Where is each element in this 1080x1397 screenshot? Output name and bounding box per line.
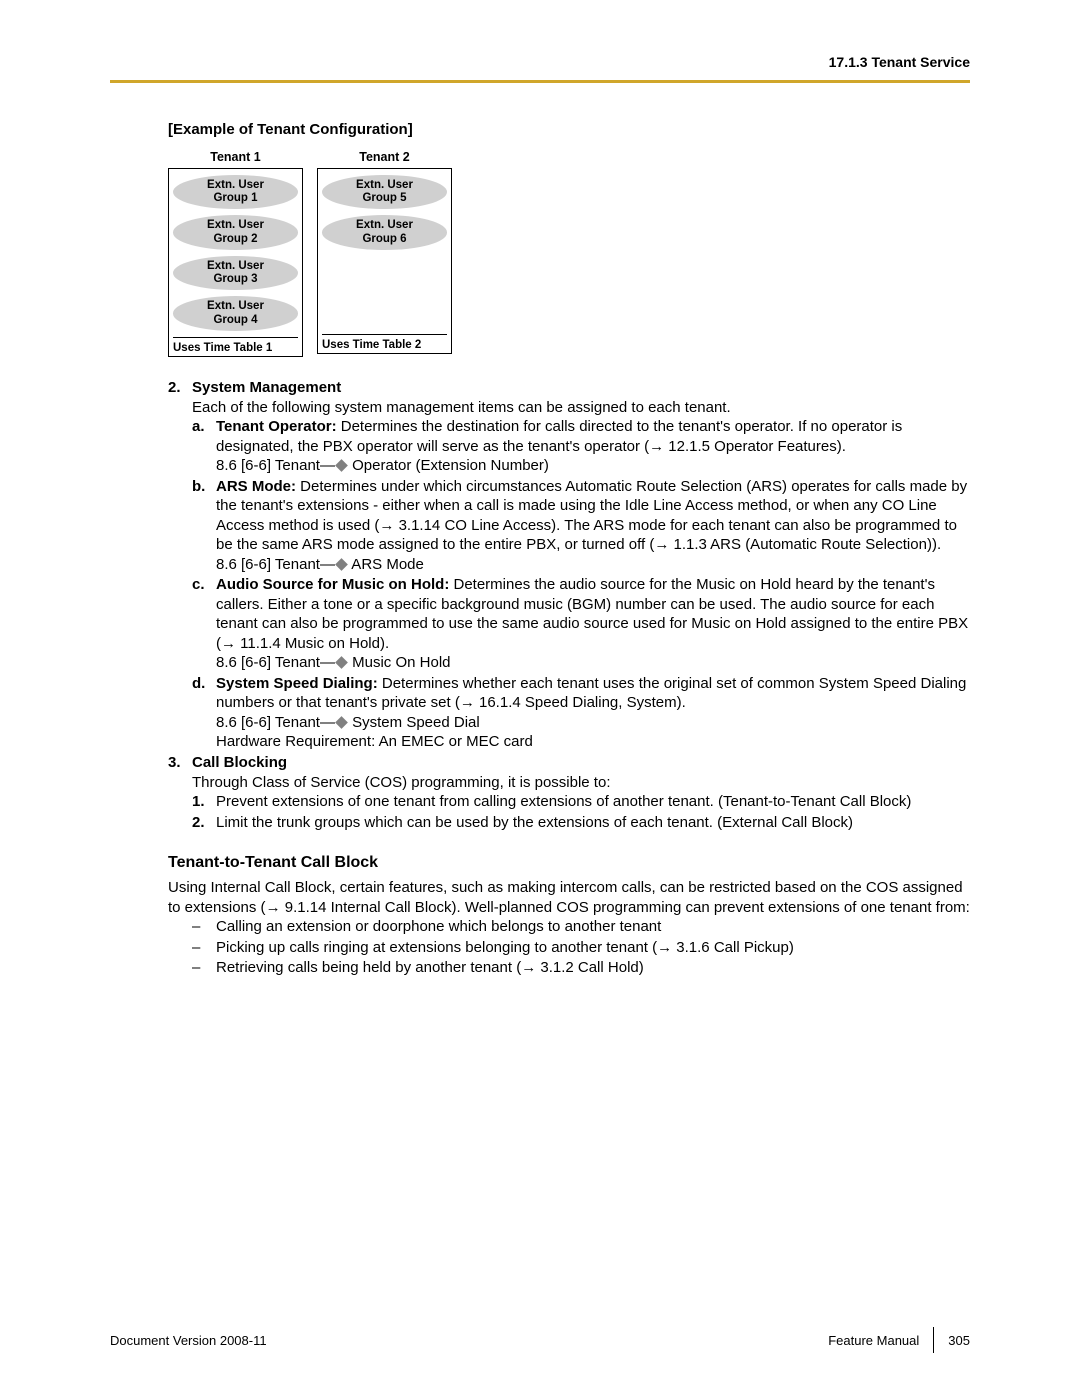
- extn-group: Extn. UserGroup 2: [173, 215, 298, 249]
- extn-group: Extn. UserGroup 6: [322, 215, 447, 249]
- item-1-number: 1.: [192, 792, 216, 812]
- diamond-icon: [335, 459, 348, 472]
- sec-3-number: 3.: [168, 754, 192, 771]
- tenant-2-label: Tenant 2: [317, 150, 452, 164]
- diamond-icon: [335, 558, 348, 571]
- item-d-letter: d.: [192, 674, 216, 752]
- footer-doc-version: Document Version 2008-11: [110, 1333, 267, 1348]
- item-2-text: Limit the trunk groups which can be used…: [216, 813, 970, 833]
- item-b-text: ARS Mode: Determines under which circums…: [216, 477, 970, 575]
- item-b-letter: b.: [192, 477, 216, 575]
- extn-group: Extn. UserGroup 3: [173, 256, 298, 290]
- header-section-label: 17.1.3 Tenant Service: [110, 54, 970, 70]
- sec-3-title: Call Blocking: [192, 754, 287, 771]
- tenant-2-uses: Uses Time Table 2: [322, 334, 447, 351]
- tenant-1-box: Tenant 1 Extn. UserGroup 1 Extn. UserGro…: [168, 150, 303, 357]
- extn-group: Extn. UserGroup 1: [173, 175, 298, 209]
- sec-2-number: 2.: [168, 379, 192, 396]
- bullet-text: Calling an extension or doorphone which …: [216, 917, 661, 937]
- header-rule: [110, 80, 970, 83]
- tenant-1-label: Tenant 1: [168, 150, 303, 164]
- tenant-1-uses: Uses Time Table 1: [173, 337, 298, 354]
- item-2-number: 2.: [192, 813, 216, 833]
- example-heading: [Example of Tenant Configuration]: [168, 121, 970, 138]
- dash-bullet: –: [192, 938, 216, 958]
- item-a-text: Tenant Operator: Determines the destinat…: [216, 417, 970, 476]
- sec-2-title: System Management: [192, 379, 341, 396]
- dash-bullet: –: [192, 917, 216, 937]
- footer-page-number: 305: [948, 1333, 970, 1348]
- tenant-2-box: Tenant 2 Extn. UserGroup 5 Extn. UserGro…: [317, 150, 452, 357]
- call-block-heading: Tenant-to-Tenant Call Block: [168, 854, 970, 872]
- item-d-text: System Speed Dialing: Determines whether…: [216, 674, 970, 752]
- dash-bullet: –: [192, 958, 216, 978]
- extn-group: Extn. UserGroup 5: [322, 175, 447, 209]
- extn-group: Extn. UserGroup 4: [173, 296, 298, 330]
- call-block-paragraph: Using Internal Call Block, certain featu…: [168, 878, 970, 917]
- item-a-letter: a.: [192, 417, 216, 476]
- item-1-text: Prevent extensions of one tenant from ca…: [216, 792, 970, 812]
- item-c-text: Audio Source for Music on Hold: Determin…: [216, 575, 970, 673]
- item-c-letter: c.: [192, 575, 216, 673]
- page-footer: Document Version 2008-11 Feature Manual …: [110, 1327, 970, 1353]
- footer-manual-label: Feature Manual: [828, 1333, 919, 1348]
- diamond-icon: [335, 656, 348, 669]
- bullet-text: Picking up calls ringing at extensions b…: [216, 938, 794, 958]
- bullet-text: Retrieving calls being held by another t…: [216, 958, 644, 978]
- diamond-icon: [335, 716, 348, 729]
- sec-3-intro: Through Class of Service (COS) programmi…: [192, 773, 970, 793]
- footer-divider: [933, 1327, 934, 1353]
- sec-2-intro: Each of the following system management …: [192, 398, 970, 418]
- tenant-diagram: Tenant 1 Extn. UserGroup 1 Extn. UserGro…: [168, 150, 970, 357]
